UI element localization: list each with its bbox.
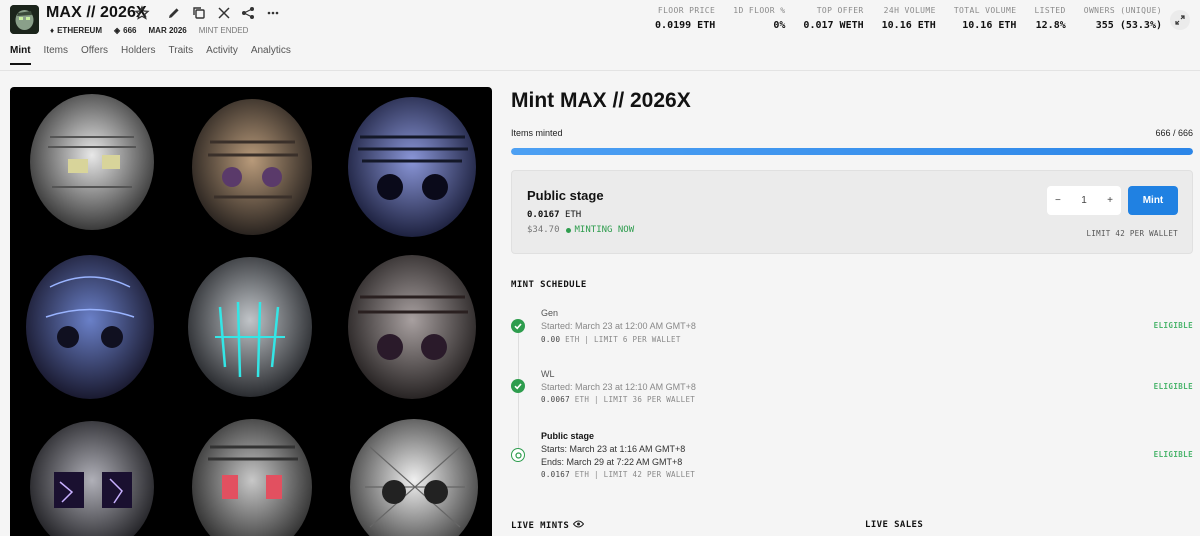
mint-schedule-title: MINT SCHEDULE — [511, 280, 587, 290]
skull-image — [30, 94, 154, 230]
collection-artwork — [10, 87, 492, 536]
skull-image — [192, 99, 312, 235]
stage-price: 0.0167 ETH — [527, 210, 582, 220]
tab-holders[interactable]: Holders — [121, 45, 155, 65]
stat-top-offer: TOP OFFER 0.017 WETH — [803, 6, 864, 31]
skull-image — [26, 255, 154, 399]
skull-image — [192, 419, 312, 536]
date-chip: MAR 2026 — [148, 26, 187, 35]
quantity-value[interactable]: 1 — [1081, 195, 1087, 206]
stage-usd: $34.70 MINTING NOW — [527, 225, 635, 235]
mint-progress-fill — [511, 148, 1193, 155]
skull-image — [350, 419, 478, 536]
tab-analytics[interactable]: Analytics — [251, 45, 291, 65]
tab-activity[interactable]: Activity — [206, 45, 238, 65]
eligibility-badge: ELIGIBLE — [1153, 382, 1193, 391]
copy-icon[interactable] — [191, 5, 207, 21]
collection-title: MAX // 2026X — [46, 4, 147, 21]
tab-items[interactable]: Items — [44, 45, 68, 65]
live-mints-heading: LIVE MINTS — [511, 520, 585, 531]
eligibility-badge: ELIGIBLE — [1153, 321, 1193, 330]
eligibility-badge: ELIGIBLE — [1153, 450, 1193, 459]
layers-icon: ◈ — [113, 26, 121, 35]
items-minted-value: 666 / 666 — [1155, 128, 1193, 138]
share-icon[interactable] — [240, 5, 256, 21]
supply-chip: ◈ 666 — [113, 26, 137, 35]
increment-button[interactable]: + — [1107, 195, 1113, 206]
collection-stats: FLOOR PRICE 0.0199 ETH 1D FLOOR % 0% TOP O… — [637, 6, 1162, 32]
skull-image — [348, 97, 476, 237]
expand-icon[interactable] — [1170, 10, 1190, 30]
public-stage-card: Public stage 0.0167 ETH $34.70 MINTING N… — [511, 170, 1193, 254]
check-icon — [511, 379, 525, 393]
diamond-icon: ♦ — [50, 26, 55, 35]
check-icon — [511, 319, 525, 333]
skull-image — [30, 421, 154, 536]
stat-24h-volume: 24H VOLUME 10.16 ETH — [881, 6, 936, 31]
mint-title: Mint MAX // 2026X — [511, 89, 691, 112]
collection-chips: ♦ ETHEREUM ◈ 666 MAR 2026 MINT ENDED — [46, 24, 252, 37]
stat-1d-floor: 1D FLOOR % 0% — [733, 6, 786, 31]
items-minted-label: Items minted — [511, 128, 563, 138]
status-chip: MINT ENDED — [198, 26, 249, 35]
stat-total-volume: TOTAL VOLUME 10.16 ETH — [953, 6, 1017, 31]
stat-owners: OWNERS (UNIQUE) 355 (53.3%) — [1083, 6, 1162, 31]
collection-logo[interactable] — [10, 5, 39, 34]
tab-mint[interactable]: Mint — [10, 45, 31, 65]
star-icon[interactable] — [134, 5, 150, 21]
minting-now-status: MINTING NOW — [565, 225, 634, 235]
stat-listed: LISTED 12.8% — [1034, 6, 1066, 31]
collection-header: MAX // 2026X ♦ ETHEREUM ◈ 666 MAR 2026 M… — [0, 0, 1200, 71]
live-icon — [511, 448, 525, 462]
mint-button[interactable]: Mint — [1128, 186, 1178, 215]
skull-image — [188, 257, 312, 397]
live-sales-heading: LIVE SALES — [865, 520, 924, 530]
chain-chip: ♦ ETHEREUM — [50, 26, 102, 35]
collection-tabs: Mint Items Offers Holders Traits Activit… — [10, 45, 304, 65]
x-icon[interactable] — [216, 5, 232, 21]
quantity-stepper: − 1 + — [1047, 186, 1121, 215]
decrement-button[interactable]: − — [1055, 195, 1061, 206]
more-icon[interactable] — [265, 5, 281, 21]
eye-icon[interactable] — [573, 520, 585, 531]
live-icon — [565, 227, 571, 233]
wallet-limit: LIMIT 42 PER WALLET — [1086, 229, 1178, 238]
skull-image — [348, 255, 476, 399]
mint-progress-bar — [511, 148, 1193, 155]
tab-traits[interactable]: Traits — [169, 45, 194, 65]
stat-floor-price: FLOOR PRICE 0.0199 ETH — [655, 6, 716, 31]
tab-offers[interactable]: Offers — [81, 45, 108, 65]
edit-icon[interactable] — [166, 5, 182, 21]
stage-name: Public stage — [527, 188, 604, 203]
